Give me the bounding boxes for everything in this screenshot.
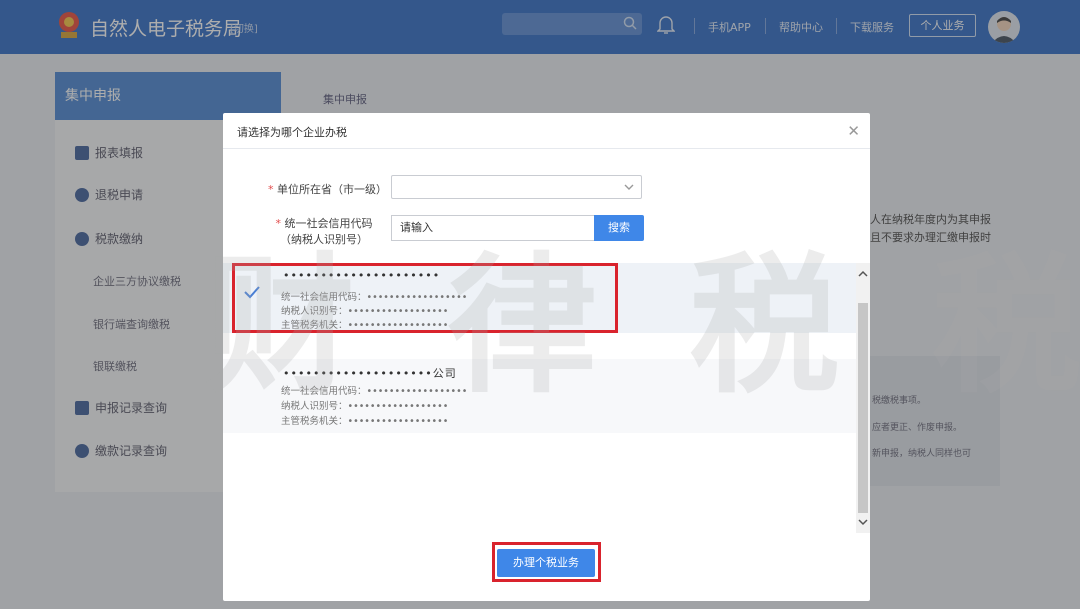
chevron-down-icon [624, 184, 634, 190]
chevron-down-icon[interactable] [858, 517, 868, 527]
province-label: * 单位所在省（市一级） [251, 181, 387, 197]
dialog-divider [223, 148, 870, 149]
province-label-text: 单位所在省（市一级） [277, 183, 387, 196]
close-icon[interactable]: ✕ [847, 122, 860, 140]
watermark: 财 律 税 税 [205, 238, 1080, 414]
province-select[interactable] [391, 175, 642, 199]
dialog-title: 请选择为哪个企业办税 [237, 126, 347, 139]
submit-button-highlight [492, 542, 601, 582]
required-marker: * [268, 183, 274, 196]
